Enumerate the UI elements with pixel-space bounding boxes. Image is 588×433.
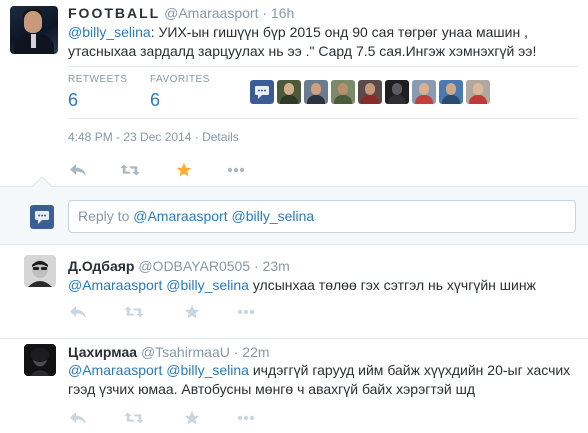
reply-author-handle[interactable]: @TsahirmaaU — [141, 344, 230, 360]
favorite-star-icon[interactable] — [182, 303, 202, 321]
retweets-stat[interactable]: RETWEETS 6 — [68, 74, 128, 111]
retweet-icon[interactable] — [124, 409, 144, 427]
main-tweet-text: @billy_selina: УИХ-ын гишүүн бүр 2015 он… — [68, 23, 576, 61]
reply-timestamp[interactable]: 22m — [242, 344, 269, 360]
reply-timestamp[interactable]: 23m — [263, 258, 290, 274]
person-avatar[interactable] — [412, 80, 436, 104]
reply-icon[interactable] — [68, 161, 88, 179]
reply-separator: · — [233, 344, 239, 360]
person-avatar[interactable] — [331, 80, 355, 104]
reply-author-name[interactable]: Д.Одбаяр — [68, 258, 134, 274]
more-options-icon[interactable] — [236, 303, 256, 321]
reply-composer: Reply to @Amaraasport @billy_selina — [0, 176, 588, 245]
person-avatar[interactable] — [277, 80, 301, 104]
reply-author-name[interactable]: Цахирмаа — [68, 344, 137, 360]
author-fullname[interactable]: FOOTBALL — [68, 5, 160, 21]
reply-prefix: Reply to — [78, 208, 134, 224]
reply-icon[interactable] — [68, 409, 88, 427]
reply-header: Цахирмаа @TsahirmaaU · 22m — [68, 344, 270, 360]
main-tweet: FOOTBALL @Amaraasport · 16h @billy_selin… — [0, 0, 588, 186]
reply-author-avatar[interactable] — [24, 344, 56, 376]
favorite-star-icon[interactable] — [174, 161, 194, 179]
speech-bubble-icon — [35, 211, 49, 224]
current-user-avatar — [30, 205, 54, 229]
main-tweet-header: FOOTBALL @Amaraasport · 16h — [68, 5, 294, 21]
retweet-icon[interactable] — [124, 303, 144, 321]
mention-link[interactable]: @billy_selina — [68, 24, 151, 40]
reply-author-handle[interactable]: @ODBAYAR0505 — [138, 258, 250, 274]
more-options-icon[interactable] — [236, 409, 256, 427]
reply-body: улсынхаа төлөө гэх сэтгэл нь хүчгүйн шин… — [248, 277, 536, 293]
reply-mentions: @Amaraasport @billy_selina — [133, 208, 315, 224]
speech-bubble-avatar[interactable] — [250, 80, 274, 104]
reply-input[interactable]: Reply to @Amaraasport @billy_selina — [68, 200, 576, 233]
reply-icon[interactable] — [68, 303, 88, 321]
reply-tweet: Цахирмаа @TsahirmaaU · 22m @Amaraasport … — [0, 339, 588, 433]
reply-mention-links[interactable]: @Amaraasport @billy_selina — [68, 277, 249, 293]
person-avatar[interactable] — [466, 80, 490, 104]
retweet-icon[interactable] — [120, 161, 140, 179]
more-options-icon[interactable] — [226, 161, 246, 179]
author-username[interactable]: @Amaraasport — [164, 5, 258, 21]
person-avatar[interactable] — [439, 80, 463, 104]
retweets-count: 6 — [68, 90, 79, 110]
header-separator: · — [262, 5, 268, 21]
reply-author-avatar[interactable] — [24, 255, 56, 287]
reply-actions — [68, 409, 308, 427]
reply-separator: · — [253, 258, 259, 274]
main-tweet-avatar[interactable] — [10, 6, 58, 54]
tweet-date-line: 4:48 PM - 23 Dec 2014 · Details — [68, 130, 239, 144]
reply-mention-links[interactable]: @Amaraasport @billy_selina — [68, 362, 249, 378]
reply-text: @Amaraasport @billy_selina ичдэггүй гару… — [68, 361, 578, 399]
person-avatar[interactable] — [385, 80, 409, 104]
favorites-count: 6 — [150, 90, 161, 110]
details-link[interactable]: Details — [202, 130, 239, 144]
stats-top-divider — [68, 66, 578, 67]
reply-text: @Amaraasport @billy_selina улсынхаа төлө… — [68, 276, 578, 295]
main-tweet-actions — [68, 161, 245, 179]
favorite-star-icon[interactable] — [182, 409, 202, 427]
favorites-label: FAVORITES — [150, 74, 210, 85]
person-avatar[interactable] — [358, 80, 382, 104]
retweets-label: RETWEETS — [68, 74, 128, 85]
date-separator: · — [194, 130, 199, 144]
reply-actions — [68, 303, 308, 321]
tweet-timestamp[interactable]: 16h — [271, 5, 294, 21]
stats-bottom-divider — [68, 118, 578, 119]
tweet-full-date[interactable]: 4:48 PM - 23 Dec 2014 — [68, 130, 191, 144]
favorites-stat[interactable]: FAVORITES 6 — [150, 74, 210, 111]
person-avatar[interactable] — [304, 80, 328, 104]
reply-header: Д.Одбаяр @ODBAYAR0505 · 23m — [68, 258, 290, 274]
reply-tweet: Д.Одбаяр @ODBAYAR0505 · 23m @Amaraasport… — [0, 245, 588, 338]
